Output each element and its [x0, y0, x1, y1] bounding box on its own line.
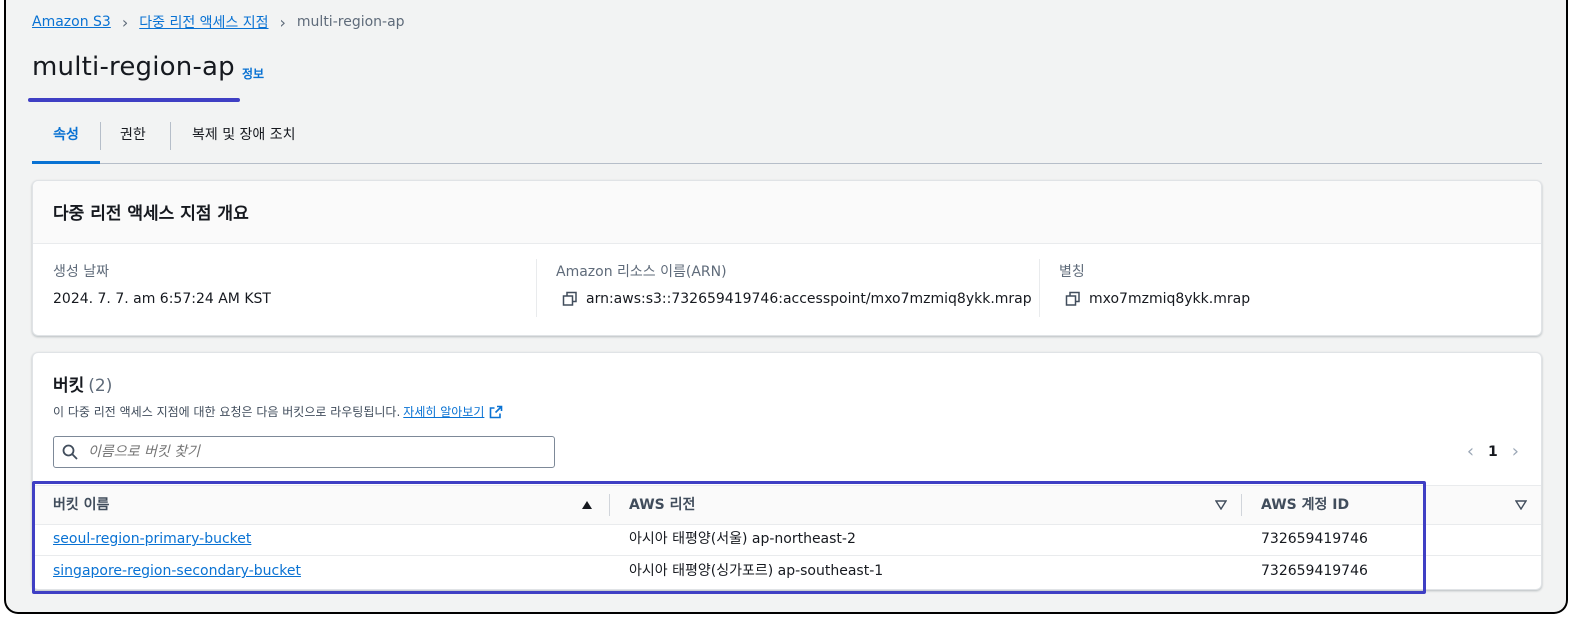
tab-divider [100, 122, 101, 150]
arn-field: Amazon 리소스 이름(ARN) arn:aws:s3::732659419… [556, 261, 1032, 307]
sort-icon[interactable] [1515, 500, 1527, 510]
alias-value: mxo7mzmiq8ykk.mrap [1089, 291, 1251, 307]
bucket-account-id: 732659419746 [1261, 563, 1368, 579]
created-date-field: 생성 날짜 2024. 7. 7. am 6:57:24 AM KST [53, 261, 271, 307]
bucket-search[interactable] [53, 436, 555, 468]
column-bucket-name[interactable]: 버킷 이름 [53, 486, 109, 524]
arn-value: arn:aws:s3::732659419746:accesspoint/mxo… [586, 291, 1032, 307]
current-page[interactable]: 1 [1488, 444, 1498, 460]
column-divider [1039, 259, 1040, 317]
sort-ascending-icon[interactable] [581, 500, 593, 510]
page-title: multi-region-ap [32, 52, 235, 82]
search-icon [62, 444, 78, 460]
pagination: ‹ 1 › [1467, 441, 1519, 462]
bucket-region: 아시아 태평양(서울) ap-northeast-2 [629, 531, 856, 547]
tab-replication-failover[interactable]: 복제 및 장애 조치 [192, 116, 296, 163]
next-page-icon[interactable]: › [1512, 441, 1519, 462]
column-aws-account-id[interactable]: AWS 계정 ID [1261, 486, 1349, 524]
console-frame: Amazon S3 › 다중 리전 액세스 지점 › multi-region-… [4, 0, 1568, 614]
table-header: 버킷 이름 AWS 리전 AWS 계정 ID [33, 485, 1541, 525]
sort-icon[interactable] [1215, 500, 1227, 510]
breadcrumb-multi-region-access-points[interactable]: 다중 리전 액세스 지점 [139, 12, 268, 32]
column-divider [1241, 494, 1242, 516]
title-highlight [28, 98, 240, 102]
tab-properties[interactable]: 속성 [32, 116, 100, 164]
created-date-label: 생성 날짜 [53, 264, 109, 280]
copy-icon[interactable] [1065, 291, 1081, 307]
bucket-count: (2) [88, 376, 113, 396]
arn-value-row: arn:aws:s3::732659419746:accesspoint/mxo… [562, 291, 1032, 307]
chevron-right-icon: › [279, 12, 286, 32]
chevron-right-icon: › [121, 12, 129, 32]
tab-bar: 속성 권한 복제 및 장애 조치 [32, 116, 1542, 164]
bucket-search-input[interactable] [86, 437, 550, 467]
bucket-account-id: 732659419746 [1261, 531, 1368, 547]
alias-label: 별칭 [1059, 264, 1085, 280]
external-link-icon[interactable] [489, 405, 503, 419]
table-row: seoul-region-primary-bucket 아시아 태평양(서울) … [33, 523, 1541, 556]
overview-panel: 다중 리전 액세스 지점 개요 생성 날짜 2024. 7. 7. am 6:5… [32, 180, 1542, 336]
bucket-link[interactable]: singapore-region-secondary-bucket [53, 555, 301, 587]
bucket-region: 아시아 태평양(싱가포르) ap-southeast-1 [629, 563, 884, 579]
arn-label: Amazon 리소스 이름(ARN) [556, 264, 727, 280]
created-date-value: 2024. 7. 7. am 6:57:24 AM KST [53, 291, 271, 307]
buckets-description: 이 다중 리전 액세스 지점에 대한 요청은 다음 버킷으로 라우팅됩니다. 자… [53, 403, 503, 420]
overview-heading: 다중 리전 액세스 지점 개요 [53, 204, 249, 224]
column-divider [609, 494, 610, 516]
prev-page-icon[interactable]: ‹ [1467, 441, 1474, 462]
table-row: singapore-region-secondary-bucket 아시아 태평… [33, 555, 1541, 587]
breadcrumb-current: multi-region-ap [296, 14, 405, 30]
info-link[interactable]: 정보 [242, 65, 264, 82]
copy-icon[interactable] [562, 291, 578, 307]
column-aws-region[interactable]: AWS 리전 [629, 486, 695, 524]
breadcrumb: Amazon S3 › 다중 리전 액세스 지점 › multi-region-… [32, 12, 405, 32]
column-divider [536, 259, 537, 317]
buckets-heading: 버킷 (2) [53, 376, 113, 396]
overview-header: 다중 리전 액세스 지점 개요 [33, 181, 1541, 244]
alias-field: 별칭 mxo7mzmiq8ykk.mrap [1059, 261, 1250, 307]
buckets-panel: 버킷 (2) 이 다중 리전 액세스 지점에 대한 요청은 다음 버킷으로 라우팅… [32, 352, 1542, 590]
tab-divider [170, 122, 171, 150]
bucket-link[interactable]: seoul-region-primary-bucket [53, 523, 251, 555]
learn-more-link[interactable]: 자세히 알아보기 [403, 403, 484, 420]
tab-permissions[interactable]: 권한 [120, 116, 146, 163]
breadcrumb-amazon-s3[interactable]: Amazon S3 [32, 14, 111, 30]
alias-value-row: mxo7mzmiq8ykk.mrap [1065, 291, 1250, 307]
